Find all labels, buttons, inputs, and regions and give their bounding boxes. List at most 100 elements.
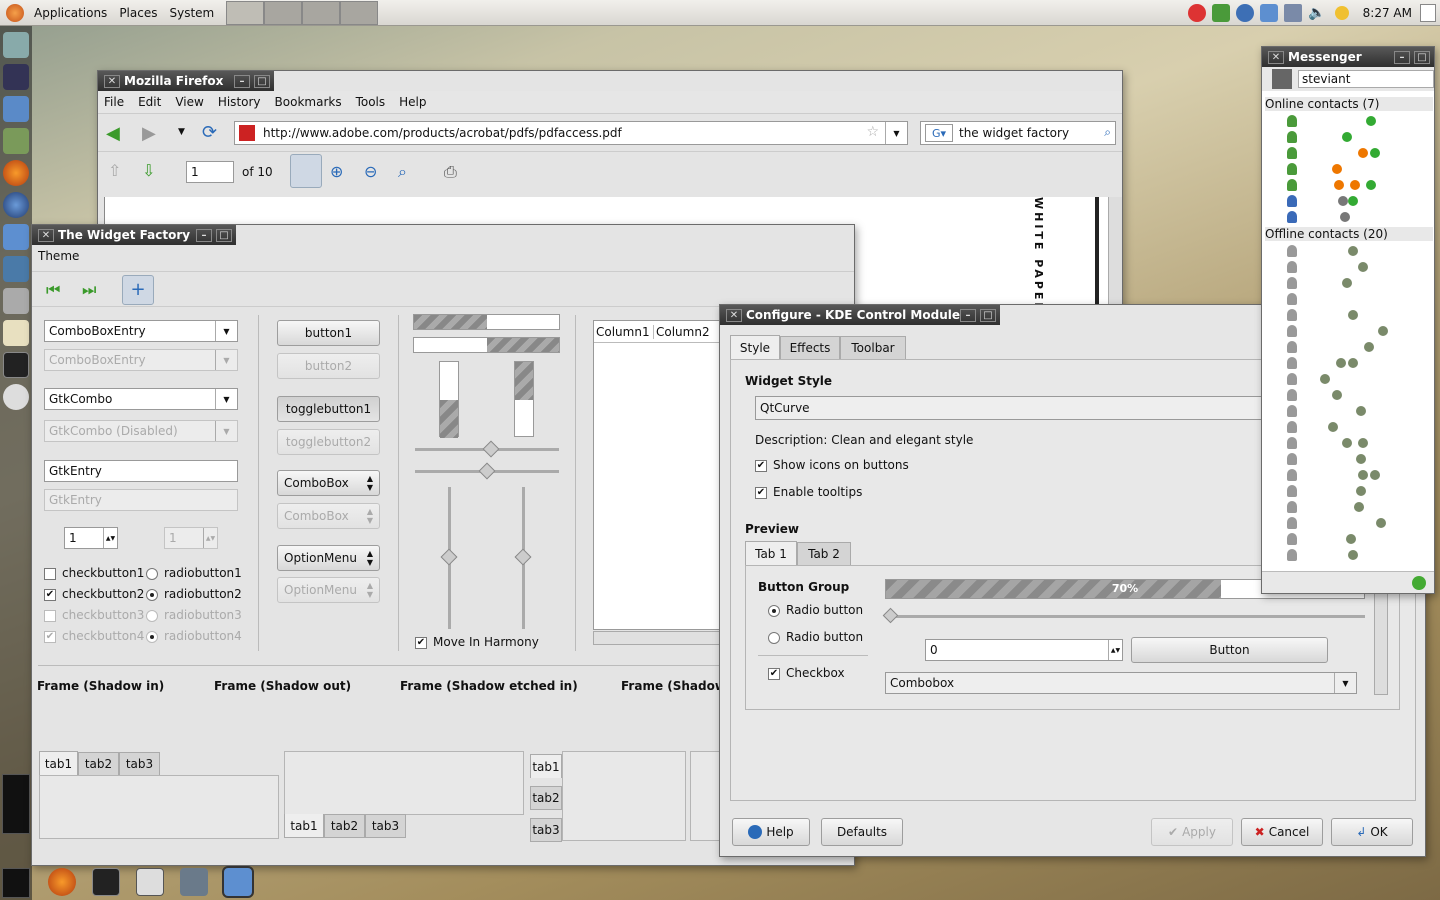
minimize-icon[interactable]: – [234, 74, 250, 88]
home-icon[interactable] [3, 96, 29, 122]
search-bar[interactable]: G▾ the widget factory ⌕ [920, 121, 1116, 145]
firefox-icon[interactable] [3, 160, 29, 186]
tab1-top[interactable]: tab1 [39, 751, 78, 775]
defaults-button[interactable]: Defaults [821, 818, 903, 846]
radio-button-1[interactable]: Radio button [768, 603, 863, 617]
hslider-1[interactable] [415, 440, 559, 458]
vslider-2[interactable] [514, 487, 532, 629]
gnome-foot-icon[interactable] [6, 3, 24, 22]
menu-help[interactable]: Help [399, 95, 426, 109]
contact-icon[interactable] [1287, 437, 1297, 449]
optionmenu-button[interactable]: OptionMenu ▲ ▼ [277, 545, 380, 571]
tab3-left[interactable]: tab3 [530, 818, 562, 842]
bookmark-star-icon[interactable]: ☆ [866, 124, 879, 140]
back-icon[interactable]: ◀ [106, 123, 120, 144]
volume-icon[interactable]: 🔈 [1308, 5, 1325, 21]
contact-icon[interactable] [1287, 341, 1297, 353]
window-icon[interactable] [136, 868, 164, 896]
weather-icon[interactable] [1334, 5, 1349, 20]
maximize-icon[interactable]: □ [254, 74, 270, 88]
minimize-icon[interactable]: – [196, 228, 212, 242]
contact-icon[interactable] [1287, 195, 1297, 207]
firefox-titlebar[interactable]: ✕ Mozilla Firefox – □ [98, 71, 274, 91]
contact-icon[interactable] [1287, 421, 1297, 433]
togglebutton1[interactable]: togglebutton1 [277, 396, 380, 422]
preview-button[interactable]: Button [1131, 637, 1328, 663]
maximize-icon[interactable]: □ [216, 228, 232, 242]
help-icon[interactable] [3, 384, 29, 410]
terminal-icon[interactable] [3, 352, 29, 378]
tab-style[interactable]: Style [730, 335, 780, 359]
menu-places[interactable]: Places [113, 6, 163, 20]
maximize-icon[interactable]: □ [980, 308, 996, 322]
theme-menu[interactable]: Theme [32, 245, 854, 267]
reload-icon[interactable]: ⟳ [202, 122, 217, 143]
contact-icon[interactable] [1287, 163, 1297, 175]
next-page-icon[interactable]: ⇩ [142, 161, 155, 180]
ok-button[interactable]: ↲ OK [1331, 818, 1413, 846]
thunderbird-icon[interactable] [3, 192, 29, 218]
update-icon[interactable] [1212, 3, 1231, 22]
add-icon[interactable]: + [122, 275, 154, 305]
radio-button-2[interactable]: Radio button [768, 630, 863, 644]
contact-list[interactable] [1262, 47, 1436, 595]
chat-icon[interactable] [222, 866, 254, 898]
contact-icon[interactable] [1287, 405, 1297, 417]
tab1-bottom[interactable]: tab1 [284, 814, 324, 838]
kde-titlebar[interactable]: ✕ Configure - KDE Control Module – □ [720, 305, 1000, 325]
stop-icon[interactable] [1188, 3, 1207, 22]
chevron-down-icon[interactable]: ▼ [215, 321, 237, 341]
image-icon[interactable] [3, 256, 29, 282]
tab2-left[interactable]: tab2 [530, 786, 562, 810]
url-dropdown-icon[interactable]: ▼ [885, 122, 907, 144]
contact-icon[interactable] [1287, 517, 1297, 529]
enable-tooltips-check[interactable]: ✔ Enable tooltips [755, 485, 862, 499]
preview-slider[interactable] [882, 607, 1365, 624]
column-header-2[interactable]: Column2 [654, 325, 712, 339]
button1[interactable]: button1 [277, 320, 380, 346]
computer-icon[interactable] [3, 32, 29, 58]
contact-icon[interactable] [1287, 501, 1297, 513]
monitor-icon[interactable] [3, 64, 29, 90]
chevron-down-icon[interactable]: ▼ [1334, 673, 1356, 693]
media-icon[interactable] [3, 288, 29, 314]
menu-system[interactable]: System [163, 6, 220, 20]
tab3-top[interactable]: tab3 [119, 752, 160, 776]
contact-icon[interactable] [1287, 131, 1297, 143]
chat-icon[interactable] [1260, 3, 1279, 22]
contact-icon[interactable] [1287, 469, 1297, 481]
network-icon[interactable] [1236, 3, 1255, 22]
preview-combobox[interactable]: Combobox ▼ [885, 672, 1357, 694]
help-button[interactable]: Help [732, 818, 810, 846]
checkbutton2[interactable]: ✔ checkbutton2 [44, 587, 144, 601]
close-icon[interactable]: ✕ [104, 74, 120, 88]
first-icon[interactable]: ⏮ [46, 280, 60, 300]
forward-icon[interactable]: ▶ [142, 123, 156, 144]
contact-icon[interactable] [1287, 147, 1297, 159]
minimize-icon[interactable]: – [960, 308, 976, 322]
checkbutton1[interactable]: checkbutton1 [44, 566, 144, 580]
url-bar[interactable]: http://www.adobe.com/products/acrobat/pd… [234, 121, 908, 145]
contact-icon[interactable] [1287, 309, 1297, 321]
tab2-top[interactable]: tab2 [78, 752, 119, 776]
contact-icon[interactable] [1287, 453, 1297, 465]
preview-tab-1[interactable]: Tab 1 [745, 541, 797, 565]
chat-icon[interactable] [3, 224, 29, 250]
contact-icon[interactable] [1287, 115, 1297, 127]
recycle-icon[interactable] [180, 868, 208, 896]
widget-style-select[interactable]: QtCurve [755, 396, 1295, 420]
contact-icon[interactable] [1287, 373, 1297, 385]
tab2-bottom[interactable]: tab2 [324, 814, 365, 838]
contact-icon[interactable] [1287, 261, 1297, 273]
contact-icon[interactable] [1287, 485, 1297, 497]
preview-scrollbar[interactable] [1374, 585, 1388, 695]
print-icon[interactable]: ⎙ [444, 162, 457, 182]
zoom-in-icon[interactable]: ⊕ [330, 162, 343, 181]
menu-view[interactable]: View [175, 95, 203, 109]
contact-icon[interactable] [1287, 211, 1297, 223]
comboboxentry[interactable]: ComboBoxEntry ▼ [44, 320, 238, 342]
menu-edit[interactable]: Edit [138, 95, 161, 109]
show-icons-check[interactable]: ✔ Show icons on buttons [755, 458, 909, 472]
contact-icon[interactable] [1287, 325, 1297, 337]
terminal-icon[interactable] [92, 868, 120, 896]
